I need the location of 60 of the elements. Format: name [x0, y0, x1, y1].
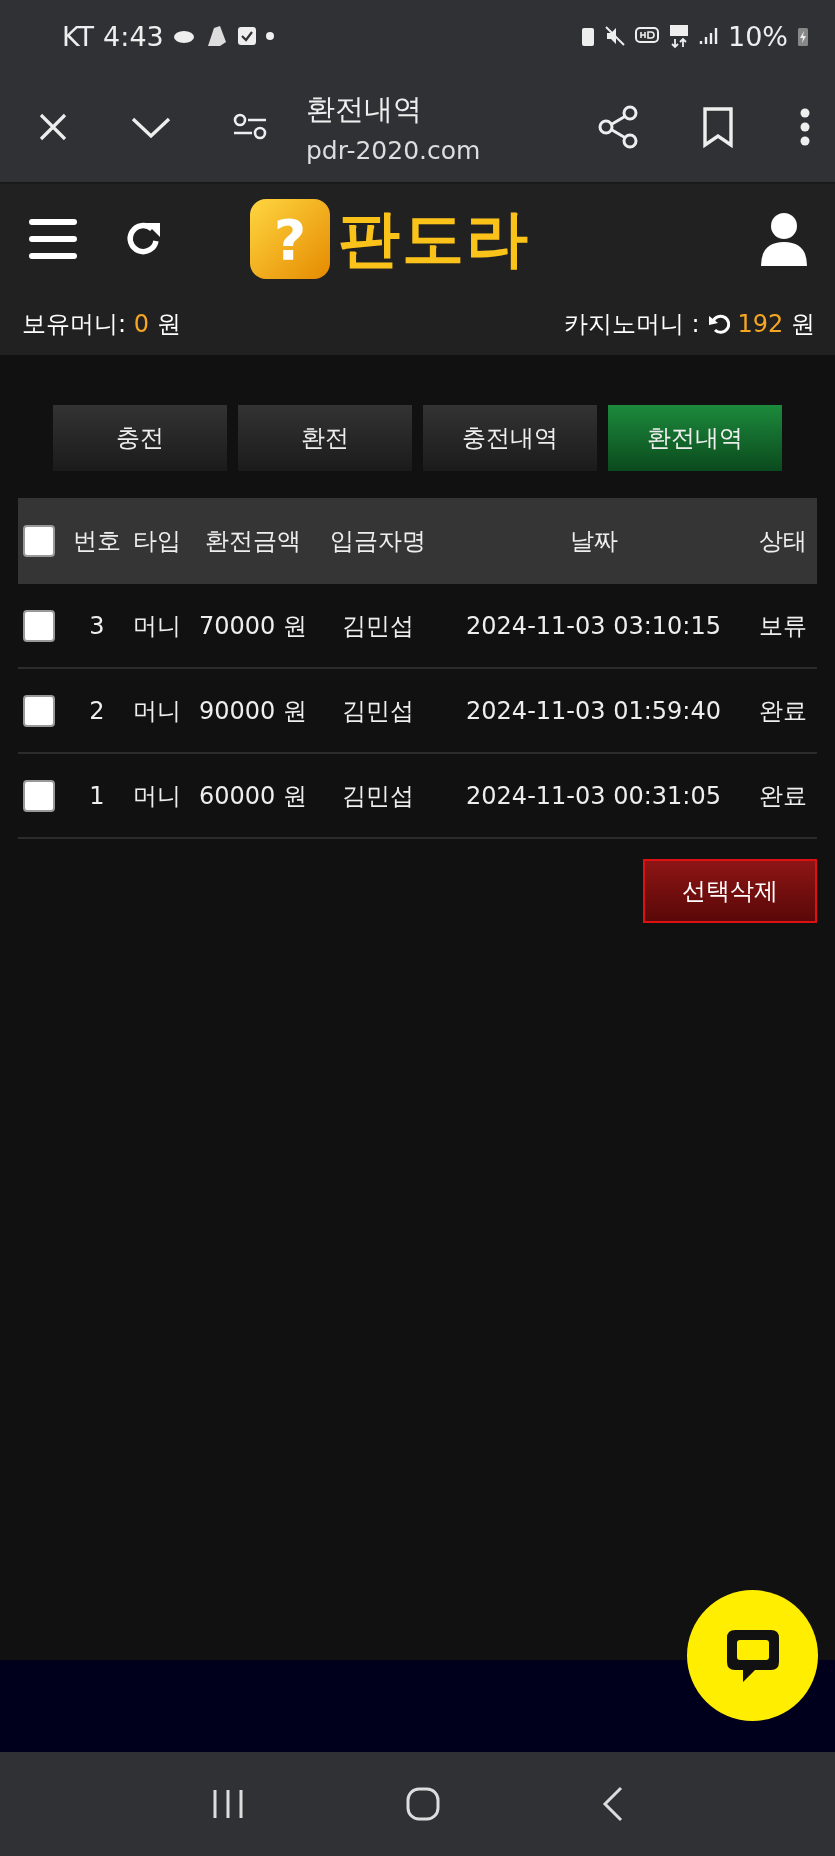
- checkbox-icon: [236, 26, 257, 46]
- signal-icon: [699, 26, 719, 46]
- dot-icon: [265, 32, 274, 40]
- tab[interactable]: 충전: [53, 405, 227, 471]
- table-cell-text: 머니: [132, 695, 182, 727]
- tab[interactable]: 충전내역: [423, 405, 597, 471]
- clock: 4:43: [103, 20, 164, 52]
- table-cell-text: 머니: [132, 610, 182, 642]
- logo-text: 판도라: [338, 201, 530, 277]
- casino-money-value: 192 원: [737, 309, 815, 340]
- own-money-text: 보유머니: 0 원: [22, 309, 182, 340]
- column-header: 타입: [132, 526, 182, 557]
- tab[interactable]: 환전: [238, 405, 412, 471]
- table-cell-text: 90000 원: [198, 695, 308, 727]
- hd-icon: [635, 26, 659, 46]
- table-cell-text: 완료: [758, 780, 808, 812]
- share-icon[interactable]: [597, 105, 639, 149]
- row-checkbox[interactable]: [23, 779, 55, 812]
- refresh-icon[interactable]: [707, 313, 730, 335]
- select-all-checkbox[interactable]: [23, 525, 55, 557]
- casino-money-label: 카지노머니 :: [563, 309, 700, 340]
- url-text: pdr-2020.com: [306, 135, 482, 165]
- column-header: 입금자명: [329, 526, 427, 557]
- user-icon[interactable]: [759, 211, 809, 267]
- mute-icon: [604, 25, 626, 47]
- table-cell-text: 완료: [758, 695, 808, 727]
- network-icon: [668, 23, 690, 49]
- carrier: KT: [62, 20, 95, 52]
- tab[interactable]: 환전내역: [608, 405, 782, 471]
- delete-selected-button[interactable]: 선택삭제: [643, 859, 817, 923]
- site-settings-icon[interactable]: [232, 113, 268, 141]
- table-cell-text: 70000 원: [198, 610, 308, 642]
- table-cell-text: 3: [88, 611, 106, 640]
- logo-icon: ?: [250, 199, 330, 279]
- table-cell-text: 2024-11-03 03:10:15: [465, 611, 722, 640]
- table-cell-text: 김민섭: [341, 780, 415, 812]
- row-checkbox[interactable]: [23, 609, 55, 642]
- menu-icon[interactable]: [28, 217, 78, 261]
- table-cell-text: 보류: [758, 610, 808, 642]
- chevron-down-icon[interactable]: [130, 115, 172, 139]
- battery-percent: 10%: [728, 20, 788, 52]
- home-icon[interactable]: [405, 1786, 442, 1822]
- column-header: 상태: [758, 526, 808, 557]
- column-header: 날짜: [568, 526, 619, 557]
- table-cell-text: 김민섭: [341, 610, 415, 642]
- bookmark-icon[interactable]: [701, 106, 735, 148]
- page-title: 환전내역: [306, 90, 423, 128]
- table-cell-text: 2024-11-03 00:31:05: [465, 781, 722, 810]
- battery-icon: [797, 25, 809, 47]
- more-icon[interactable]: [799, 107, 811, 147]
- table-cell-text: 머니: [132, 780, 182, 812]
- table-cell-text: 2: [88, 696, 106, 725]
- table-cell-text: 2024-11-03 01:59:40: [465, 696, 722, 725]
- table-cell-text: 1: [88, 781, 106, 810]
- column-header: 번호: [72, 526, 122, 557]
- column-header: 환전금액: [204, 526, 302, 557]
- table-cell-text: 60000 원: [198, 780, 308, 812]
- row-checkbox[interactable]: [23, 694, 55, 727]
- table-cell-text: 김민섭: [341, 695, 415, 727]
- battery-saver-icon: [581, 25, 595, 47]
